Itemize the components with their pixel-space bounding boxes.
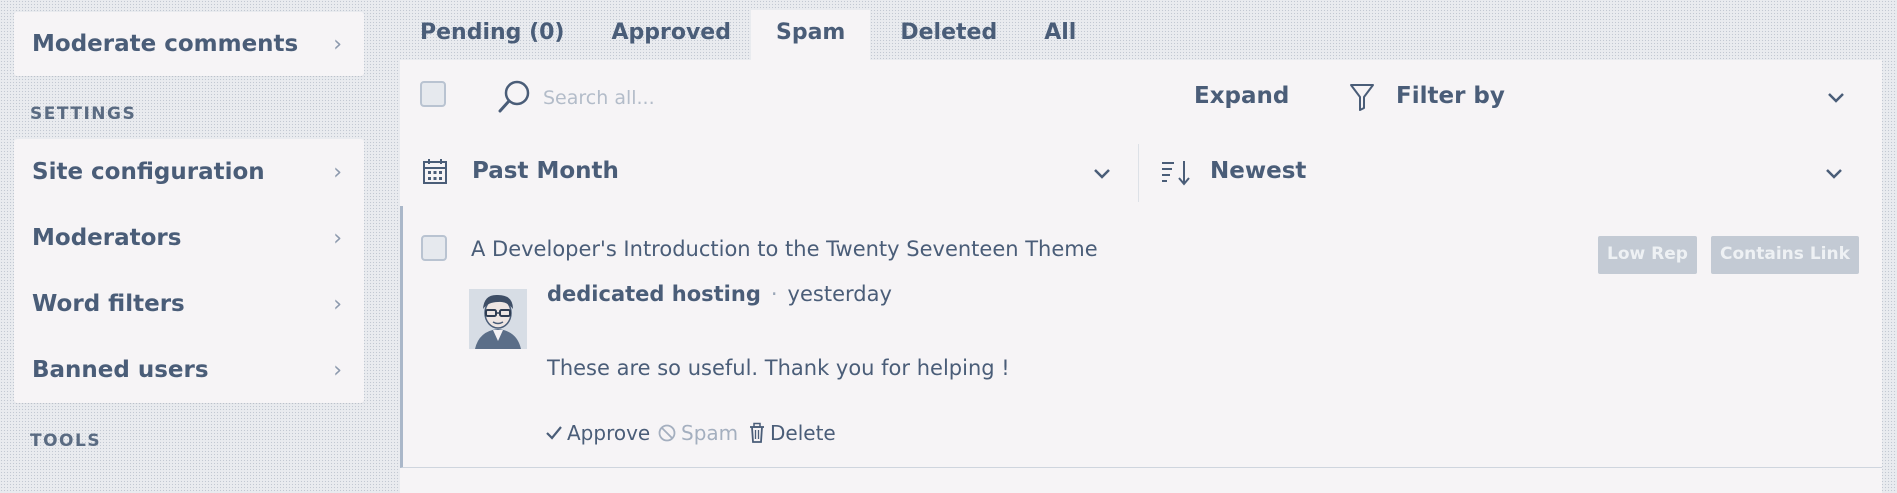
spam-icon — [658, 424, 676, 442]
chevron-down-icon — [1828, 93, 1844, 103]
sidebar-item-site-configuration[interactable]: Site configuration › — [14, 139, 364, 205]
check-icon — [546, 426, 562, 440]
comment-body: These are so useful. Thank you for helpi… — [547, 356, 1010, 380]
trash-icon — [750, 422, 764, 443]
chevron-down-icon — [1094, 169, 1110, 179]
calendar-icon — [423, 159, 447, 184]
avatar — [469, 289, 527, 349]
approve-label: Approve — [567, 421, 651, 445]
spam-label: Spam — [681, 421, 739, 445]
sidebar-item-label: Site configuration — [32, 159, 265, 185]
chevron-right-icon: › — [333, 31, 342, 57]
post-title: A Developer's Introduction to the Twenty… — [471, 237, 1098, 261]
sort-icon — [1162, 161, 1190, 186]
delete-label: Delete — [770, 421, 836, 445]
filter-by-dropdown[interactable]: Filter by — [1340, 72, 1880, 122]
search-icon — [498, 80, 530, 113]
comment-meta: dedicated hosting · yesterday — [547, 282, 892, 306]
chevron-down-icon — [1826, 169, 1842, 179]
filter-by-label: Filter by — [1396, 83, 1505, 109]
meta-separator: · — [770, 282, 778, 306]
sidebar-item-word-filters[interactable]: Word filters › — [14, 271, 364, 337]
settings-menu: Site configuration › Moderators › Word f… — [14, 139, 364, 403]
comments-panel: Expand Filter by Past Month — [400, 60, 1882, 493]
sidebar-item-label: Banned users — [32, 357, 209, 383]
main-content: Pending (0) Approved Spam Deleted All Ex… — [400, 0, 1882, 493]
sort-value: Newest — [1210, 158, 1307, 184]
sort-dropdown[interactable]: Newest — [1158, 150, 1878, 198]
settings-heading: SETTINGS — [30, 104, 137, 124]
tab-approved[interactable]: Approved — [584, 10, 751, 60]
approve-button[interactable]: Approve — [545, 421, 650, 445]
tab-bar: Pending (0) Approved Spam Deleted All — [400, 10, 1096, 60]
comment-checkbox[interactable] — [421, 235, 447, 261]
contains-link-badge: Contains Link — [1711, 236, 1859, 274]
filter-icon — [1350, 84, 1374, 111]
spam-button[interactable]: Spam — [657, 421, 738, 445]
tab-all[interactable]: All — [1017, 10, 1096, 60]
expand-button[interactable]: Expand — [1194, 83, 1289, 109]
chevron-right-icon: › — [333, 159, 342, 185]
moderate-comments-link[interactable]: Moderate comments › — [14, 12, 364, 76]
tab-deleted[interactable]: Deleted — [870, 10, 1017, 60]
select-all-checkbox[interactable] — [420, 81, 446, 107]
chevron-right-icon: › — [333, 225, 342, 251]
sidebar-item-banned-users[interactable]: Banned users › — [14, 337, 364, 403]
toolbar-divider — [1138, 144, 1139, 202]
sidebar-item-label: Moderators — [32, 225, 182, 251]
delete-button[interactable]: Delete — [748, 421, 836, 445]
chevron-right-icon: › — [333, 357, 342, 383]
sidebar: Moderate comments › SETTINGS Site config… — [14, 12, 364, 451]
comment-time: yesterday — [787, 282, 892, 306]
search-input[interactable] — [543, 78, 1063, 118]
author-name[interactable]: dedicated hosting — [547, 282, 761, 306]
comment-item: A Developer's Introduction to the Twenty… — [400, 206, 1882, 468]
chevron-right-icon: › — [333, 291, 342, 317]
sidebar-item-moderators[interactable]: Moderators › — [14, 205, 364, 271]
tools-heading: TOOLS — [30, 431, 102, 451]
tab-pending[interactable]: Pending (0) — [400, 10, 584, 60]
date-range-dropdown[interactable]: Past Month — [420, 150, 1110, 198]
moderate-comments-label: Moderate comments — [32, 31, 299, 57]
low-rep-badge: Low Rep — [1598, 236, 1697, 274]
tab-spam[interactable]: Spam — [750, 10, 871, 60]
date-range-value: Past Month — [472, 158, 619, 184]
sidebar-item-label: Word filters — [32, 291, 185, 317]
